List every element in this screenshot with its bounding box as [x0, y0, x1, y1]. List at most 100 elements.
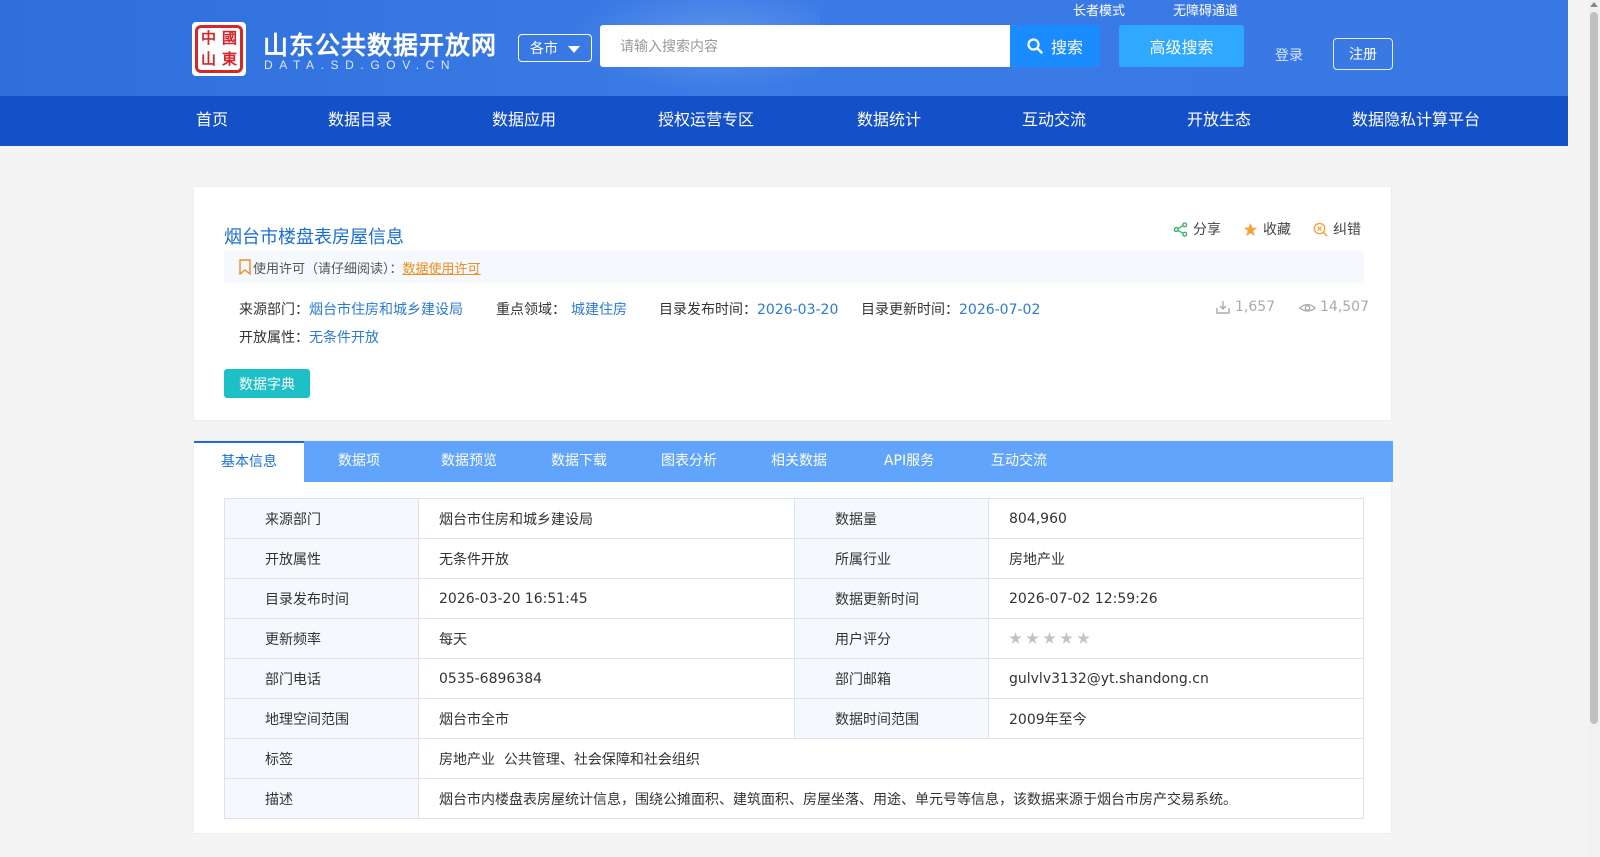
accessibility-link[interactable]: 无障碍通道 — [1173, 0, 1238, 19]
info-key: 数据量 — [794, 498, 989, 539]
table-row: 开放属性 无条件开放 所属行业 房地产业 — [224, 538, 1364, 579]
info-value: 804,960 — [988, 498, 1364, 539]
advanced-search-button[interactable]: 高级搜索 — [1119, 25, 1244, 67]
tab-api-service[interactable]: API服务 — [854, 441, 964, 482]
meta-source: 来源部门：烟台市住房和城乡建设局 — [239, 302, 463, 318]
star-icon[interactable] — [1077, 632, 1090, 644]
license-label: 使用许可（请仔细阅读）： — [253, 261, 403, 277]
star-icon[interactable] — [1043, 632, 1056, 644]
info-key: 描述 — [224, 778, 419, 819]
search-icon — [1027, 38, 1043, 54]
tab-data-preview[interactable]: 数据预览 — [414, 441, 524, 482]
register-button[interactable]: 注册 — [1333, 38, 1393, 70]
info-value: 每天 — [418, 618, 795, 659]
info-value: 0535-6896384 — [418, 658, 795, 699]
table-row: 更新频率 每天 用户评分 — [224, 618, 1364, 659]
info-key: 部门邮箱 — [794, 658, 989, 699]
seal-icon: 中 國 山 東 — [195, 25, 243, 73]
info-value: 2026-07-02 12:59:26 — [988, 578, 1364, 619]
tab-interaction[interactable]: 互动交流 — [964, 441, 1074, 482]
license-link[interactable]: 数据使用许可 — [403, 258, 481, 277]
dataset-actions: 分享 收藏 纠错 — [1173, 219, 1361, 239]
scrollbar-thumb[interactable] — [1590, 12, 1598, 724]
nav-item-catalog[interactable]: 数据目录 — [328, 96, 392, 146]
info-key: 地理空间范围 — [224, 698, 419, 739]
info-key: 部门电话 — [224, 658, 419, 699]
eye-icon — [1299, 303, 1316, 312]
meta-domain: 重点领域： 城建住房 — [496, 302, 627, 318]
site-title[interactable]: 山东公共数据开放网 — [263, 26, 497, 62]
info-key: 数据更新时间 — [794, 578, 989, 619]
dataset-detail-card: 基本信息 数据项 数据预览 数据下载 图表分析 相关数据 API服务 互动交流 … — [193, 440, 1393, 834]
star-icon[interactable] — [1009, 632, 1022, 644]
nav-item-home[interactable]: 首页 — [196, 96, 228, 146]
page-scrollbar[interactable] — [1588, 0, 1600, 857]
info-key: 数据时间范围 — [794, 698, 989, 739]
scroll-up-icon[interactable] — [1590, 2, 1598, 7]
main-nav: 首页 数据目录 数据应用 授权运营专区 数据统计 互动交流 开放生态 数据隐私计… — [0, 96, 1568, 146]
site-header: 中 國 山 東 山东公共数据开放网 DATA.SD.GOV.CN 各市 搜索 高… — [0, 0, 1568, 96]
info-key: 用户评分 — [794, 618, 989, 659]
login-link[interactable]: 登录 — [1275, 45, 1303, 65]
site-logo[interactable]: 中 國 山 東 — [192, 22, 246, 76]
search-button[interactable]: 搜索 — [1010, 25, 1100, 67]
star-icon — [1243, 222, 1258, 236]
basic-info-table: 来源部门 烟台市住房和城乡建设局 数据量 804,960 开放属性 无条件开放 … — [224, 498, 1364, 819]
correct-button[interactable]: 纠错 — [1313, 219, 1361, 239]
search-button-label: 搜索 — [1050, 38, 1083, 57]
error-search-icon — [1313, 222, 1328, 237]
nav-item-interaction[interactable]: 互动交流 — [1022, 96, 1086, 146]
share-button[interactable]: 分享 — [1173, 219, 1221, 239]
table-row: 描述 烟台市内楼盘表房屋统计信息，围绕公摊面积、建筑面积、房屋坐落、用途、单元号… — [224, 778, 1364, 819]
meta-publish-date: 目录发布时间：2026-03-20 — [659, 302, 839, 318]
dataset-title: 烟台市楼盘表房屋信息 — [224, 227, 404, 248]
download-icon — [1216, 301, 1230, 314]
favorite-button[interactable]: 收藏 — [1243, 219, 1291, 239]
nav-item-ecosystem[interactable]: 开放生态 — [1187, 96, 1251, 146]
info-value: 烟台市全市 — [418, 698, 795, 739]
info-key: 来源部门 — [224, 498, 419, 539]
info-value: 烟台市住房和城乡建设局 — [418, 498, 795, 539]
nav-item-authorized-ops[interactable]: 授权运营专区 — [658, 96, 754, 146]
search-input[interactable] — [600, 25, 1012, 67]
bookmark-icon — [239, 259, 251, 275]
info-value: 2009年至今 — [988, 698, 1364, 739]
tab-basic-info[interactable]: 基本信息 — [194, 441, 304, 482]
elder-mode-link[interactable]: 长者模式 — [1073, 0, 1125, 19]
table-row: 标签 房地产业 公共管理、社会保障和社会组织 — [224, 738, 1364, 779]
info-key: 所属行业 — [794, 538, 989, 579]
caret-down-icon — [568, 46, 580, 53]
domain-link[interactable]: 城建住房 — [571, 302, 627, 318]
nav-item-privacy-computing[interactable]: 数据隐私计算平台 — [1352, 96, 1480, 146]
source-dept-link[interactable]: 烟台市住房和城乡建设局 — [309, 302, 463, 318]
user-rating[interactable] — [988, 618, 1364, 659]
share-icon — [1173, 221, 1188, 237]
meta-open-attribute: 开放属性：无条件开放 — [239, 330, 379, 346]
region-select[interactable]: 各市 — [518, 34, 592, 62]
tab-data-download[interactable]: 数据下载 — [524, 441, 634, 482]
table-row: 地理空间范围 烟台市全市 数据时间范围 2009年至今 — [224, 698, 1364, 739]
tab-related-data[interactable]: 相关数据 — [744, 441, 854, 482]
description-value: 烟台市内楼盘表房屋统计信息，围绕公摊面积、建筑面积、房屋坐落、用途、单元号等信息… — [418, 778, 1364, 819]
star-icon[interactable] — [1026, 632, 1039, 644]
info-key: 开放属性 — [224, 538, 419, 579]
info-value: 房地产业 — [988, 538, 1364, 579]
license-notice: 使用许可（请仔细阅读）： 数据使用许可 — [224, 251, 1364, 283]
info-key: 更新频率 — [224, 618, 419, 659]
rating-stars[interactable] — [1009, 632, 1363, 645]
data-dictionary-button[interactable]: 数据字典 — [224, 369, 310, 398]
nav-item-apps[interactable]: 数据应用 — [492, 96, 556, 146]
view-count: 14,507 — [1299, 299, 1369, 315]
tab-chart-analysis[interactable]: 图表分析 — [634, 441, 744, 482]
nav-item-statistics[interactable]: 数据统计 — [857, 96, 921, 146]
region-select-value: 各市 — [530, 41, 558, 57]
info-value: gulvlv3132@yt.shandong.cn — [988, 658, 1364, 699]
star-icon[interactable] — [1060, 632, 1073, 644]
info-key: 标签 — [224, 738, 419, 779]
detail-tabs: 基本信息 数据项 数据预览 数据下载 图表分析 相关数据 API服务 互动交流 — [194, 441, 1393, 482]
info-value: 2026-03-20 16:51:45 — [418, 578, 795, 619]
info-key: 目录发布时间 — [224, 578, 419, 619]
table-row: 来源部门 烟台市住房和城乡建设局 数据量 804,960 — [224, 498, 1364, 539]
tab-data-items[interactable]: 数据项 — [304, 441, 414, 482]
info-value: 无条件开放 — [418, 538, 795, 579]
